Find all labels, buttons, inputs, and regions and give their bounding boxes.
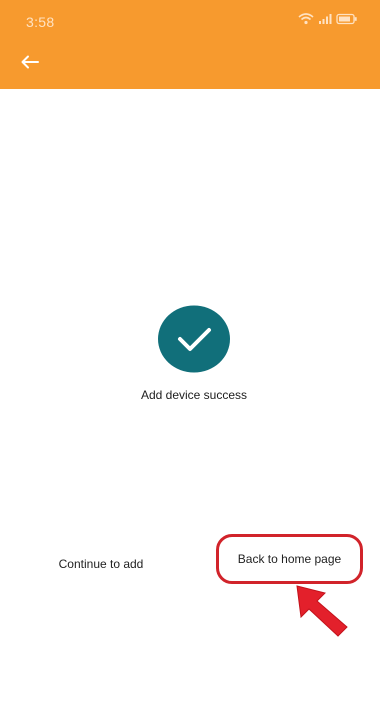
back-arrow-icon [20,54,40,75]
battery-icon [336,13,358,25]
red-arrow-pointer-icon [294,583,354,639]
success-message: Add device success [140,388,248,402]
signal-icon [318,13,332,25]
app-bar: 3:58 [0,0,380,89]
back-button[interactable] [20,50,54,78]
wifi-icon [298,13,314,25]
status-time: 3:58 [26,14,55,30]
continue-to-add-button[interactable]: Continue to add [40,551,162,577]
phone-screen: 3:58 Add device success Continue to add … [0,0,380,715]
check-circle-icon [158,305,230,373]
status-icons [298,13,358,25]
back-to-home-button[interactable]: Back to home page [216,534,363,584]
back-to-home-label: Back to home page [237,552,342,566]
